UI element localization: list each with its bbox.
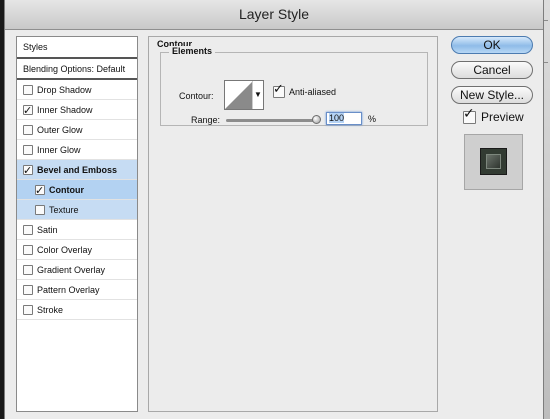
- style-item-outer-glow[interactable]: Outer Glow: [17, 120, 137, 140]
- preview-label: Preview: [481, 110, 524, 124]
- style-item-label: Contour: [49, 184, 84, 195]
- styles-header[interactable]: Styles: [17, 37, 137, 59]
- range-slider-thumb[interactable]: [312, 115, 321, 124]
- style-item-label: Color Overlay: [37, 244, 93, 255]
- style-item-satin[interactable]: Satin: [17, 220, 137, 240]
- style-item-bevel-and-emboss[interactable]: Bevel and Emboss: [17, 160, 137, 181]
- new-style-button[interactable]: New Style...: [451, 86, 533, 104]
- styles-list: Styles Blending Options: Default Drop Sh…: [16, 36, 138, 412]
- style-item-label: Drop Shadow: [37, 84, 92, 95]
- anti-aliased-option[interactable]: Anti-aliased: [273, 82, 337, 98]
- contour-picker[interactable]: ▼: [224, 80, 264, 110]
- gradient-overlay-checkbox[interactable]: [23, 264, 33, 275]
- bevel-and-emboss-checkbox[interactable]: [23, 161, 33, 181]
- style-item-drop-shadow[interactable]: Drop Shadow: [17, 80, 137, 100]
- range-label: Range:: [191, 115, 221, 125]
- style-item-label: Inner Glow: [37, 144, 81, 155]
- style-item-label: Outer Glow: [37, 124, 83, 135]
- anti-aliased-checkbox[interactable]: [273, 82, 285, 98]
- style-item-label: Satin: [37, 224, 58, 235]
- preview-checkbox[interactable]: [463, 106, 476, 124]
- contour-dropdown-arrow-icon[interactable]: ▼: [252, 81, 263, 109]
- contour-panel: Contour Elements Contour: ▼ Anti-aliased…: [148, 36, 438, 412]
- drop-shadow-checkbox[interactable]: [23, 84, 33, 95]
- style-item-inner-glow[interactable]: Inner Glow: [17, 140, 137, 160]
- texture-checkbox[interactable]: [35, 204, 45, 215]
- anti-aliased-label: Anti-aliased: [289, 87, 337, 97]
- style-item-label: Bevel and Emboss: [37, 164, 118, 175]
- preview-tile: [480, 148, 507, 175]
- style-item-texture[interactable]: Texture: [17, 200, 137, 220]
- preview-bevel: [486, 154, 501, 169]
- contour-label: Contour:: [179, 91, 214, 101]
- blending-options-item[interactable]: Blending Options: Default: [17, 59, 137, 80]
- satin-checkbox[interactable]: [23, 224, 33, 235]
- contour-curve-icon: [225, 81, 253, 109]
- style-item-color-overlay[interactable]: Color Overlay: [17, 240, 137, 260]
- outer-glow-checkbox[interactable]: [23, 124, 33, 135]
- inner-shadow-checkbox[interactable]: [23, 101, 33, 121]
- ok-button[interactable]: OK: [451, 36, 533, 54]
- range-slider-track[interactable]: [226, 119, 318, 122]
- elements-group: Elements Contour: ▼ Anti-aliased Range: …: [160, 46, 428, 126]
- style-preview-thumbnail: [464, 134, 523, 190]
- contour-checkbox[interactable]: [35, 181, 45, 201]
- range-unit: %: [368, 114, 377, 124]
- style-item-inner-shadow[interactable]: Inner Shadow: [17, 100, 137, 121]
- style-item-contour[interactable]: Contour: [17, 180, 137, 201]
- layer-style-dialog: Layer Style Styles Blending Options: Def…: [4, 0, 544, 419]
- range-input[interactable]: 100: [326, 112, 362, 125]
- style-item-pattern-overlay[interactable]: Pattern Overlay: [17, 280, 137, 300]
- cancel-button[interactable]: Cancel: [451, 61, 533, 79]
- style-item-label: Stroke: [37, 304, 64, 315]
- style-item-stroke[interactable]: Stroke: [17, 300, 137, 320]
- window-title: Layer Style: [5, 0, 543, 30]
- style-item-label: Pattern Overlay: [37, 284, 100, 295]
- range-value: 100: [329, 113, 345, 123]
- group-title: Elements: [169, 46, 216, 56]
- style-item-gradient-overlay[interactable]: Gradient Overlay: [17, 260, 137, 280]
- style-item-label: Gradient Overlay: [37, 264, 106, 275]
- stroke-checkbox[interactable]: [23, 304, 33, 315]
- style-item-label: Inner Shadow: [37, 104, 93, 115]
- preview-option[interactable]: Preview: [463, 106, 524, 124]
- pattern-overlay-checkbox[interactable]: [23, 284, 33, 295]
- inner-glow-checkbox[interactable]: [23, 144, 33, 155]
- style-item-label: Texture: [49, 204, 79, 215]
- color-overlay-checkbox[interactable]: [23, 244, 33, 255]
